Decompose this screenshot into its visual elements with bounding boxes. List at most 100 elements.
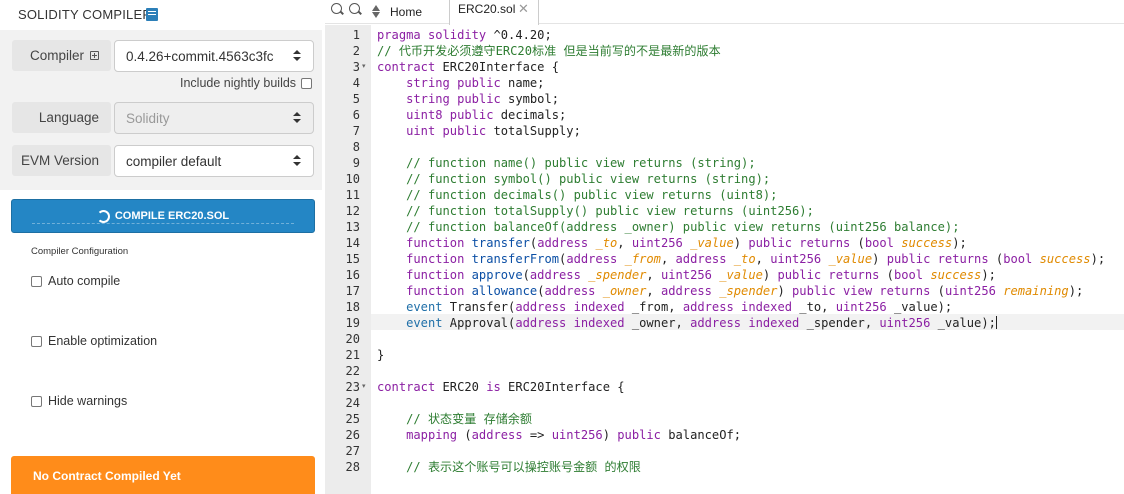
line-number: 4: [352, 76, 360, 90]
code-token: ERC20Interface {: [435, 60, 560, 74]
code-token: (: [457, 428, 472, 442]
code-token: pragma solidity: [377, 28, 487, 42]
select-arrows-icon: [293, 112, 301, 124]
tab-erc20-sol[interactable]: ERC20.sol ✕: [449, 0, 539, 25]
zoom-out-icon[interactable]: [331, 3, 342, 14]
code-line: function allowance (address _owner, addre…: [377, 283, 1083, 299]
fold-icon[interactable]: ▾: [362, 59, 366, 75]
evm-version-select[interactable]: compiler default: [114, 145, 314, 177]
auto-compile-checkbox[interactable]: [31, 275, 42, 287]
code-token: // 表示这个账号可以操控账号金额 的权限: [406, 460, 641, 474]
auto-compile-label: Auto compile: [48, 274, 121, 288]
code-line: // function decimals() public view retur…: [377, 187, 777, 203]
code-token: // function totalSupply() public view re…: [406, 204, 814, 218]
code-token: remaining: [1003, 284, 1069, 298]
code-token: uint256: [879, 316, 931, 330]
line-number: 20: [345, 332, 360, 346]
code-token: (: [879, 268, 894, 282]
code-token: string public: [406, 76, 501, 90]
enable-optimization-option[interactable]: Enable optimization: [31, 334, 157, 348]
code-token: bool: [864, 236, 894, 250]
editor-tab-bar: [325, 0, 1124, 24]
code-line: event Transfer(address indexed _from, ad…: [377, 299, 952, 315]
code-line: // function symbol() public view returns…: [377, 171, 770, 187]
code-token: ERC20Interface {: [500, 380, 625, 394]
code-token: address: [471, 428, 523, 442]
close-icon[interactable]: ✕: [518, 1, 529, 17]
compiler-version-select[interactable]: 0.4.26+commit.4563c3fc: [114, 40, 314, 72]
code-token: approve: [471, 268, 523, 282]
code-token: _value);: [886, 300, 953, 314]
text-cursor: [995, 316, 997, 329]
hide-warnings-checkbox[interactable]: [31, 395, 42, 407]
code-line: contract ERC20Interface {: [377, 59, 559, 75]
code-token: (: [930, 284, 945, 298]
code-token: event: [406, 300, 443, 314]
compiler-configuration-heading: Compiler Configuration: [31, 246, 129, 257]
include-nightly[interactable]: Include nightly builds: [180, 76, 313, 90]
code-line: event Approval(address indexed _owner, a…: [377, 315, 997, 331]
code-token: ): [762, 268, 778, 282]
code-token: ERC20: [435, 380, 487, 394]
code-line: }: [377, 347, 384, 363]
include-nightly-checkbox[interactable]: [301, 77, 313, 89]
code-token: uint256: [835, 300, 887, 314]
code-token: Approval(: [442, 316, 516, 330]
code-line: mapping (address => uint256) public bala…: [377, 427, 741, 443]
code-token: uint256: [944, 284, 996, 298]
line-number: 18: [345, 300, 360, 314]
fold-icon[interactable]: ▾: [362, 379, 366, 395]
code-line: // 状态变量 存储余额: [377, 411, 532, 427]
compile-button[interactable]: COMPILE ERC20.SOL: [11, 199, 315, 233]
hide-warnings-option[interactable]: Hide warnings: [31, 394, 127, 408]
language-select[interactable]: Solidity: [114, 102, 314, 134]
code-token: name;: [500, 76, 545, 90]
line-number: 6: [352, 108, 360, 122]
tab-home[interactable]: Home: [369, 0, 422, 24]
code-token: );: [1090, 252, 1106, 266]
code-token: address: [660, 284, 712, 298]
code-token: (: [988, 252, 1004, 266]
line-number: 9: [352, 156, 360, 170]
code-token: decimals;: [493, 108, 567, 122]
line-number: 7: [352, 124, 360, 138]
documentation-icon[interactable]: [146, 8, 158, 21]
language-label: Language: [12, 102, 111, 133]
auto-compile-option[interactable]: Auto compile: [31, 274, 120, 288]
code-token: ,: [646, 284, 661, 298]
code-token: // function decimals() public view retur…: [406, 188, 778, 202]
line-number: 19: [345, 316, 360, 330]
select-arrows-icon: [293, 155, 301, 167]
code-token: }: [377, 348, 385, 362]
code-token: ,: [617, 236, 632, 250]
line-number: 21: [345, 348, 360, 362]
code-token: function: [406, 236, 465, 250]
evm-version-value: compiler default: [126, 153, 222, 169]
code-token: // function name() public view returns (…: [406, 156, 756, 170]
add-compiler-icon[interactable]: [90, 51, 99, 60]
line-number: 28: [345, 460, 360, 474]
enable-optimization-checkbox[interactable]: [31, 335, 42, 347]
code-token: _value: [690, 236, 734, 250]
code-line: contract ERC20 is ERC20Interface {: [377, 379, 625, 395]
code-token: =>: [522, 428, 552, 442]
code-token: address indexed: [690, 316, 800, 330]
line-number: 22: [345, 364, 360, 378]
code-token: uint public: [406, 124, 487, 138]
code-token: _from,: [624, 300, 683, 314]
zoom-in-icon[interactable]: [349, 3, 360, 14]
line-number: 26: [345, 428, 360, 442]
line-number: 23: [345, 380, 360, 394]
code-line: // 表示这个账号可以操控账号金额 的权限: [377, 459, 641, 475]
tab-home-label: Home: [390, 5, 423, 19]
code-token: ,: [660, 252, 676, 266]
line-number: 16: [345, 268, 360, 282]
line-number: 15: [345, 252, 360, 266]
code-token: function: [406, 252, 465, 266]
